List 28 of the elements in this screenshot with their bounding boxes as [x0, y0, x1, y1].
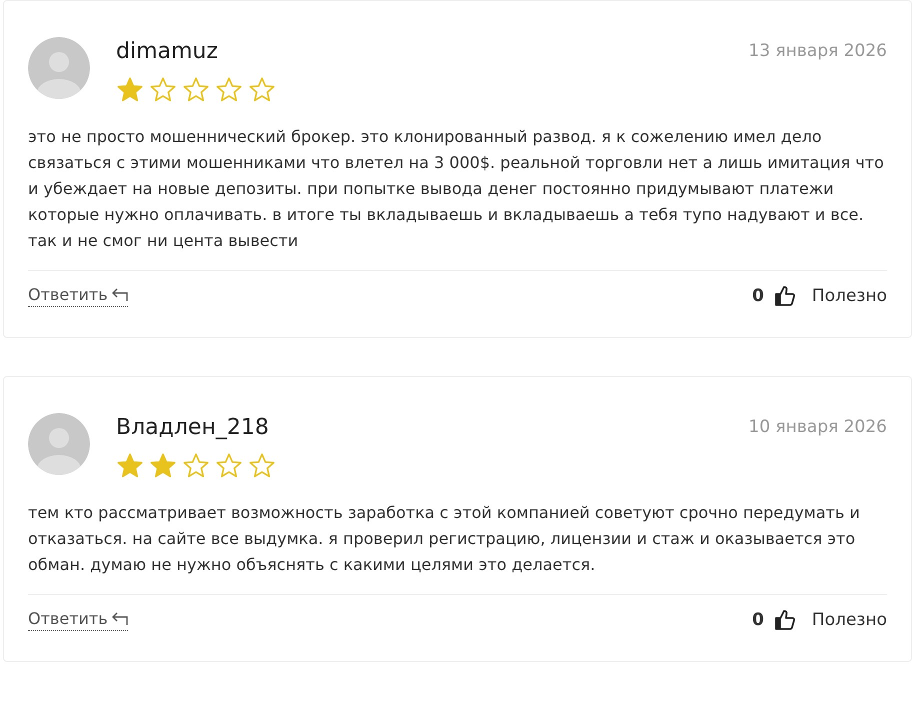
reply-link[interactable]: Ответить [28, 609, 128, 631]
author-name: Владлен_218 [116, 415, 270, 440]
empty-star-icon [182, 76, 210, 104]
avatar-icon [28, 413, 90, 475]
empty-star-icon [248, 452, 276, 480]
helpful-button[interactable]: Полезно [806, 286, 887, 306]
like-count: 0 [752, 286, 764, 306]
filled-star-icon [116, 76, 144, 104]
filled-star-icon [116, 452, 144, 480]
reply-arrow-icon [112, 288, 128, 302]
empty-star-icon [248, 76, 276, 104]
avatar-icon [28, 37, 90, 99]
review-text: тем кто рассматривает возможность заработка с этой компанией советуют срочно передумать и отказаться. на сайте все выдумка. я проверил регистрацию, лицензии и стаж и оказывается это обман. думаю не нужно объяснять с какими целями это делается. [28, 502, 861, 576]
filled-star-icon [149, 452, 177, 480]
author-name: dimamuz [116, 39, 219, 64]
review-date: 10 января 2026 [748, 416, 887, 437]
reply-arrow-icon [112, 612, 128, 626]
thumbs-up-icon[interactable] [774, 609, 796, 631]
reply-link[interactable]: Ответить [28, 285, 128, 307]
empty-star-icon [149, 76, 177, 104]
helpful-button[interactable]: Полезно [806, 610, 887, 630]
empty-star-icon [182, 452, 210, 480]
thumbs-up-icon[interactable] [774, 285, 796, 307]
review-text: это не просто мошеннический брокер. это клонированный развод. я к сожелению имел дело связаться с этими мошенниками что влетел на 3 000$. реальной торговли нет а лишь имитация что и убеждает на новые депозиты. при попытке вывода денег постоянно придумывают платежи которые нужно оплачивать. в итоге ты вкладываешь и вкладываешь а тебя тупо надувают и все. так и не смог ни цента вывести [28, 126, 885, 252]
like-count: 0 [752, 610, 764, 630]
empty-star-icon [215, 76, 243, 104]
review-date: 13 января 2026 [748, 40, 887, 61]
empty-star-icon [215, 452, 243, 480]
